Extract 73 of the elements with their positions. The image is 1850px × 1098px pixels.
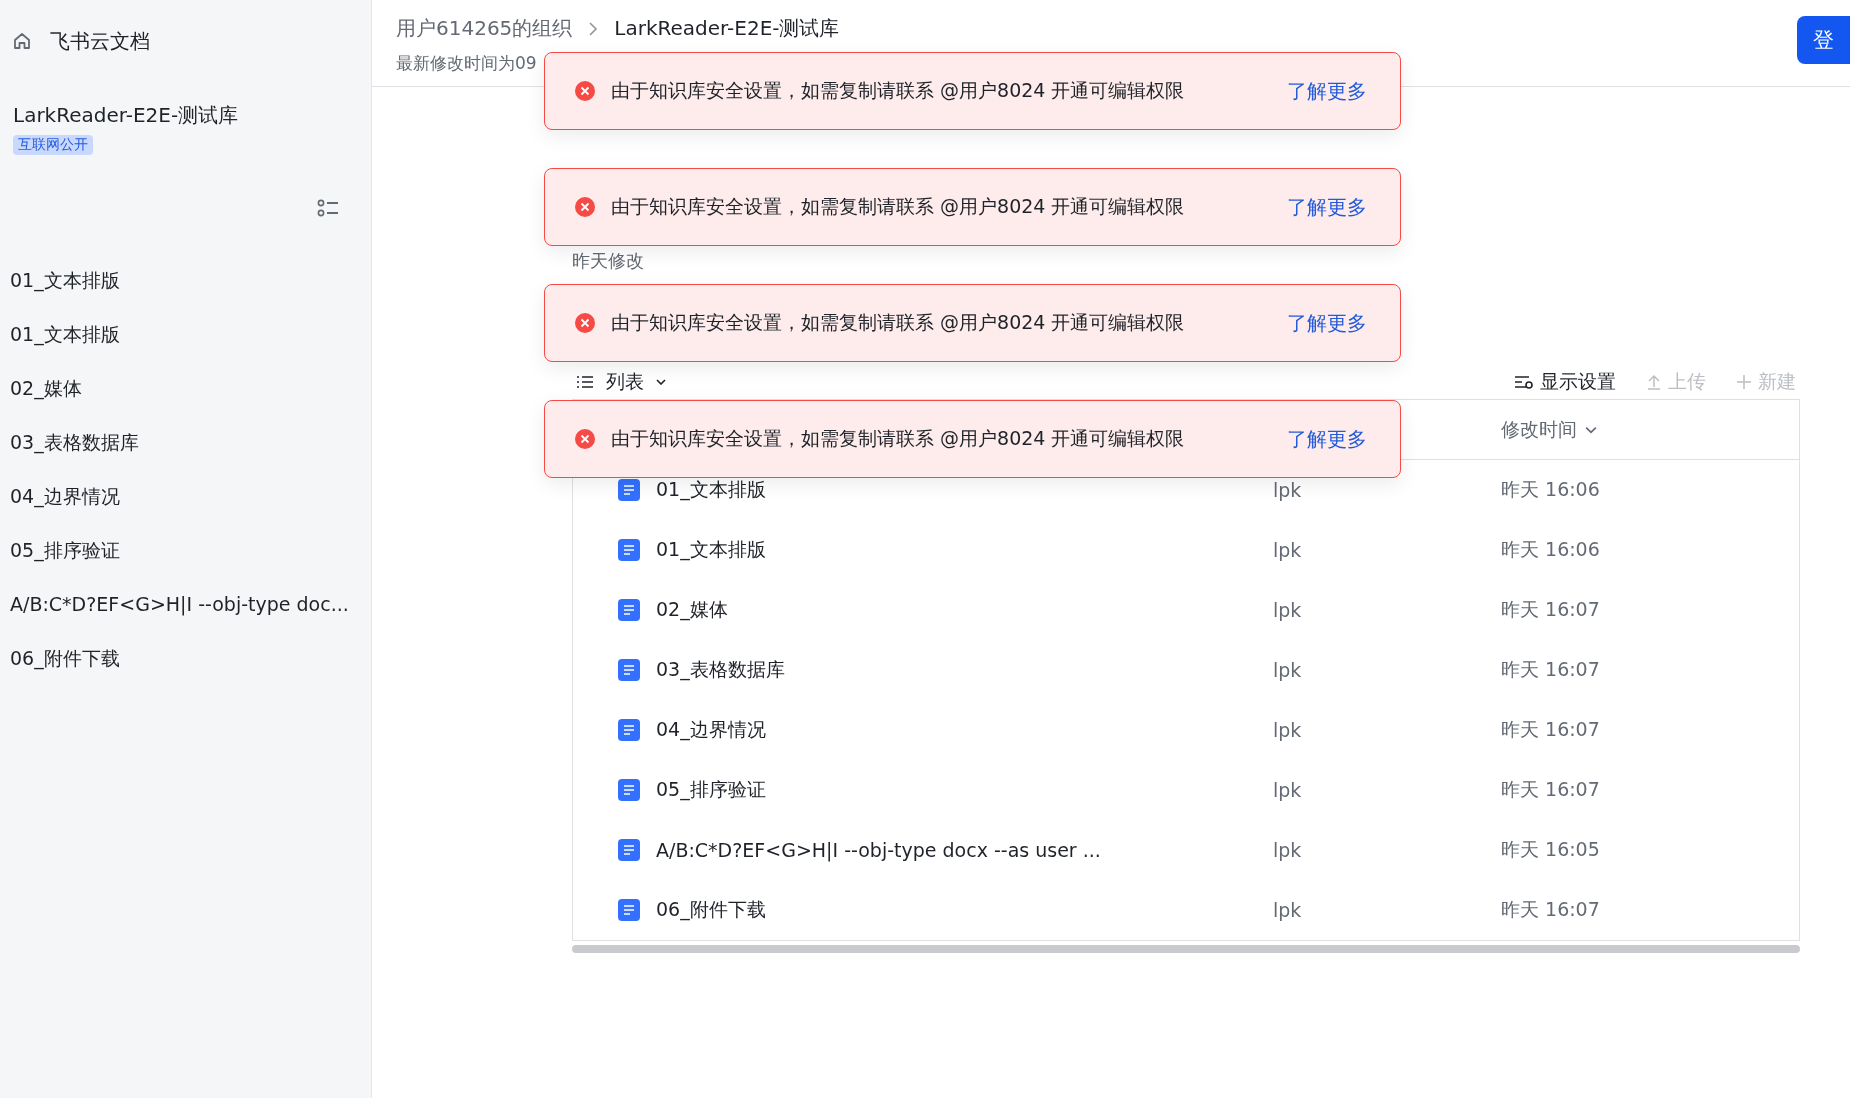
- file-name-link[interactable]: 04_边界情况: [656, 717, 766, 743]
- home-link[interactable]: 飞书云文档: [50, 27, 150, 55]
- learn-more-link[interactable]: 了解更多: [1287, 425, 1367, 453]
- file-name-link[interactable]: 02_媒体: [656, 597, 728, 623]
- file-name-link[interactable]: 01_文本排版: [656, 537, 766, 563]
- document-icon: [618, 779, 640, 801]
- toast-message: 由于知识库安全设置，如需复制请联系 @用户8024 开通可编辑权限: [611, 194, 1186, 219]
- breadcrumb-link[interactable]: LarkReader-E2E-测试库: [614, 15, 840, 42]
- modified-time-cell-text: 昨天 16:06: [1501, 477, 1600, 502]
- file-name-link[interactable]: 06_附件下载: [656, 897, 766, 923]
- login-button[interactable]: 登: [1797, 16, 1850, 64]
- visibility-badge: 互联网公开: [13, 135, 93, 155]
- sidebar-item[interactable]: 01_文本排版: [10, 307, 371, 361]
- owner-cell-text: lpk: [1273, 779, 1303, 801]
- owner-cell-text: lpk: [1273, 899, 1303, 921]
- toolbar-button[interactable]: 显示设置: [1514, 369, 1616, 395]
- modified-time-cell-text: 昨天 16:07: [1501, 717, 1600, 742]
- file-name-link[interactable]: A/B:C*D?EF<G>H|I --obj-type docx --as user ...: [656, 839, 1101, 861]
- modified-note: 最新修改时间为09: [396, 52, 538, 75]
- document-icon: [618, 659, 640, 681]
- modified-time-cell-text: 昨天 16:07: [1501, 897, 1600, 922]
- owner-cell-text: lpk: [1273, 599, 1303, 621]
- chevron-right-icon: [588, 21, 599, 36]
- error-icon: [575, 429, 595, 449]
- upload-icon: [1646, 374, 1662, 390]
- owner-cell-text: lpk: [1273, 659, 1303, 681]
- modified-time-cell-text: 昨天 16:07: [1501, 777, 1600, 802]
- outline-toggle-icon[interactable]: [317, 199, 339, 217]
- document-icon: [618, 479, 640, 501]
- view-switch[interactable]: 列表: [576, 369, 666, 395]
- list-icon: [576, 375, 594, 389]
- file-name-link[interactable]: 01_文本排版: [656, 477, 766, 503]
- document-icon: [618, 839, 640, 861]
- toast-message: 由于知识库安全设置，如需复制请联系 @用户8024 开通可编辑权限: [611, 310, 1186, 335]
- document-icon: [618, 539, 640, 561]
- home-icon[interactable]: [12, 31, 32, 51]
- document-icon: [618, 899, 640, 921]
- owner-cell-text: lpk: [1273, 839, 1303, 861]
- owner-cell-text: lpk: [1273, 719, 1303, 741]
- modified-time-cell-text: 昨天 16:06: [1501, 537, 1600, 562]
- error-icon: [575, 313, 595, 333]
- column-header[interactable]: 修改时间: [1501, 416, 1597, 443]
- learn-more-link[interactable]: 了解更多: [1287, 77, 1367, 105]
- file-name-link[interactable]: 05_排序验证: [656, 777, 766, 803]
- sidebar-item[interactable]: 04_边界情况: [10, 469, 371, 523]
- sidebar-item[interactable]: 06_附件下载: [10, 631, 371, 685]
- learn-more-link[interactable]: 了解更多: [1287, 309, 1367, 337]
- document-icon: [618, 599, 640, 621]
- owner-cell-text: lpk: [1273, 479, 1303, 501]
- plus-icon: [1736, 374, 1752, 390]
- document-icon: [618, 719, 640, 741]
- sidebar-item[interactable]: 02_媒体: [10, 361, 371, 415]
- modified-time-cell-text: 昨天 16:07: [1501, 657, 1600, 682]
- learn-more-link[interactable]: 了解更多: [1287, 193, 1367, 221]
- caret-down-icon: [1585, 425, 1597, 434]
- toast-message: 由于知识库安全设置，如需复制请联系 @用户8024 开通可编辑权限: [611, 426, 1186, 451]
- owner-cell-text: lpk: [1273, 539, 1303, 561]
- modified-time-cell-text: 昨天 16:05: [1501, 837, 1600, 862]
- settings-icon: [1514, 374, 1534, 390]
- horizontal-scrollbar[interactable]: [572, 945, 1800, 953]
- file-name-link[interactable]: 03_表格数据库: [656, 657, 785, 683]
- breadcrumb-link[interactable]: 用户614265的组织: [396, 15, 573, 42]
- modified-time-cell-text: 昨天 16:07: [1501, 597, 1600, 622]
- toast-message: 由于知识库安全设置，如需复制请联系 @用户8024 开通可编辑权限: [611, 78, 1186, 103]
- error-icon: [575, 81, 595, 101]
- error-icon: [575, 197, 595, 217]
- sidebar-item[interactable]: A/B:C*D?EF<G>H|I --obj-type doc...: [10, 577, 371, 631]
- sidebar-item[interactable]: 05_排序验证: [10, 523, 371, 577]
- section-title: 昨天修改: [572, 249, 645, 271]
- caret-down-icon: [656, 379, 666, 385]
- sidebar-item[interactable]: 03_表格数据库: [10, 415, 371, 469]
- space-title: LarkReader-E2E-测试库: [12, 102, 240, 129]
- sidebar-item[interactable]: 01_文本排版: [10, 253, 371, 307]
